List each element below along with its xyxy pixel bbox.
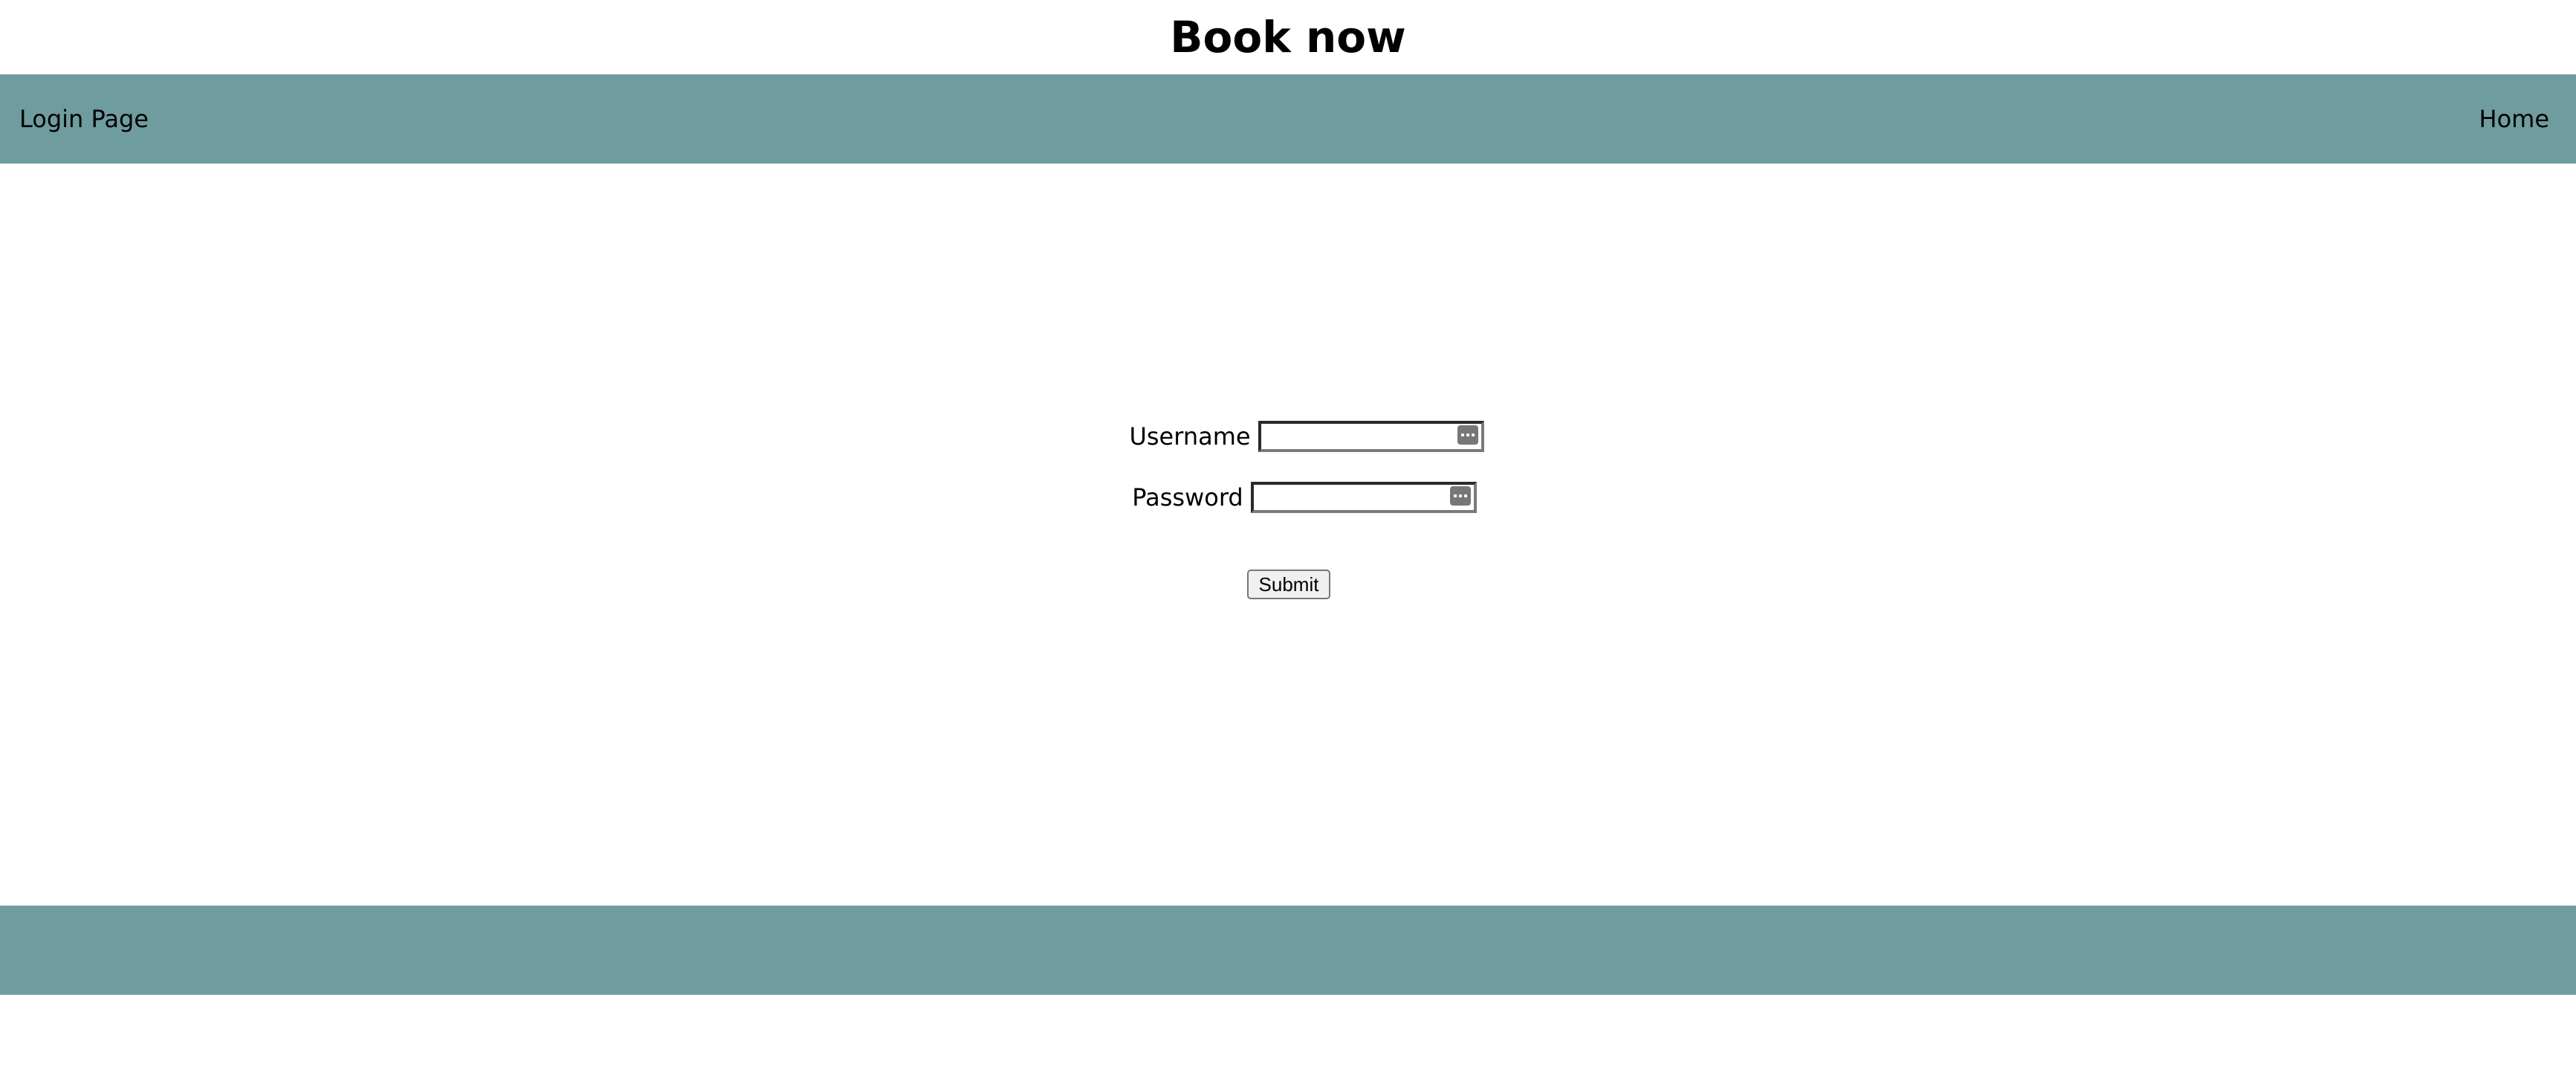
username-label: Username bbox=[1129, 422, 1251, 451]
password-row: Password bbox=[1132, 477, 1477, 517]
password-label: Password bbox=[1132, 483, 1243, 512]
password-field-wrap bbox=[1250, 482, 1477, 513]
username-row: Username bbox=[1129, 416, 1484, 457]
login-form: Username Password Submit bbox=[0, 416, 2576, 599]
username-field-wrap bbox=[1258, 421, 1484, 452]
home-link[interactable]: Home bbox=[2479, 74, 2550, 164]
footer-bar bbox=[0, 906, 2576, 995]
username-input[interactable] bbox=[1258, 421, 1484, 452]
navbar: Login Page Home bbox=[0, 74, 2576, 164]
page-title: Book now bbox=[1170, 12, 1406, 62]
submit-button[interactable]: Submit bbox=[1246, 570, 1331, 599]
nav-page-label: Login Page bbox=[19, 105, 149, 133]
password-input[interactable] bbox=[1250, 482, 1477, 513]
